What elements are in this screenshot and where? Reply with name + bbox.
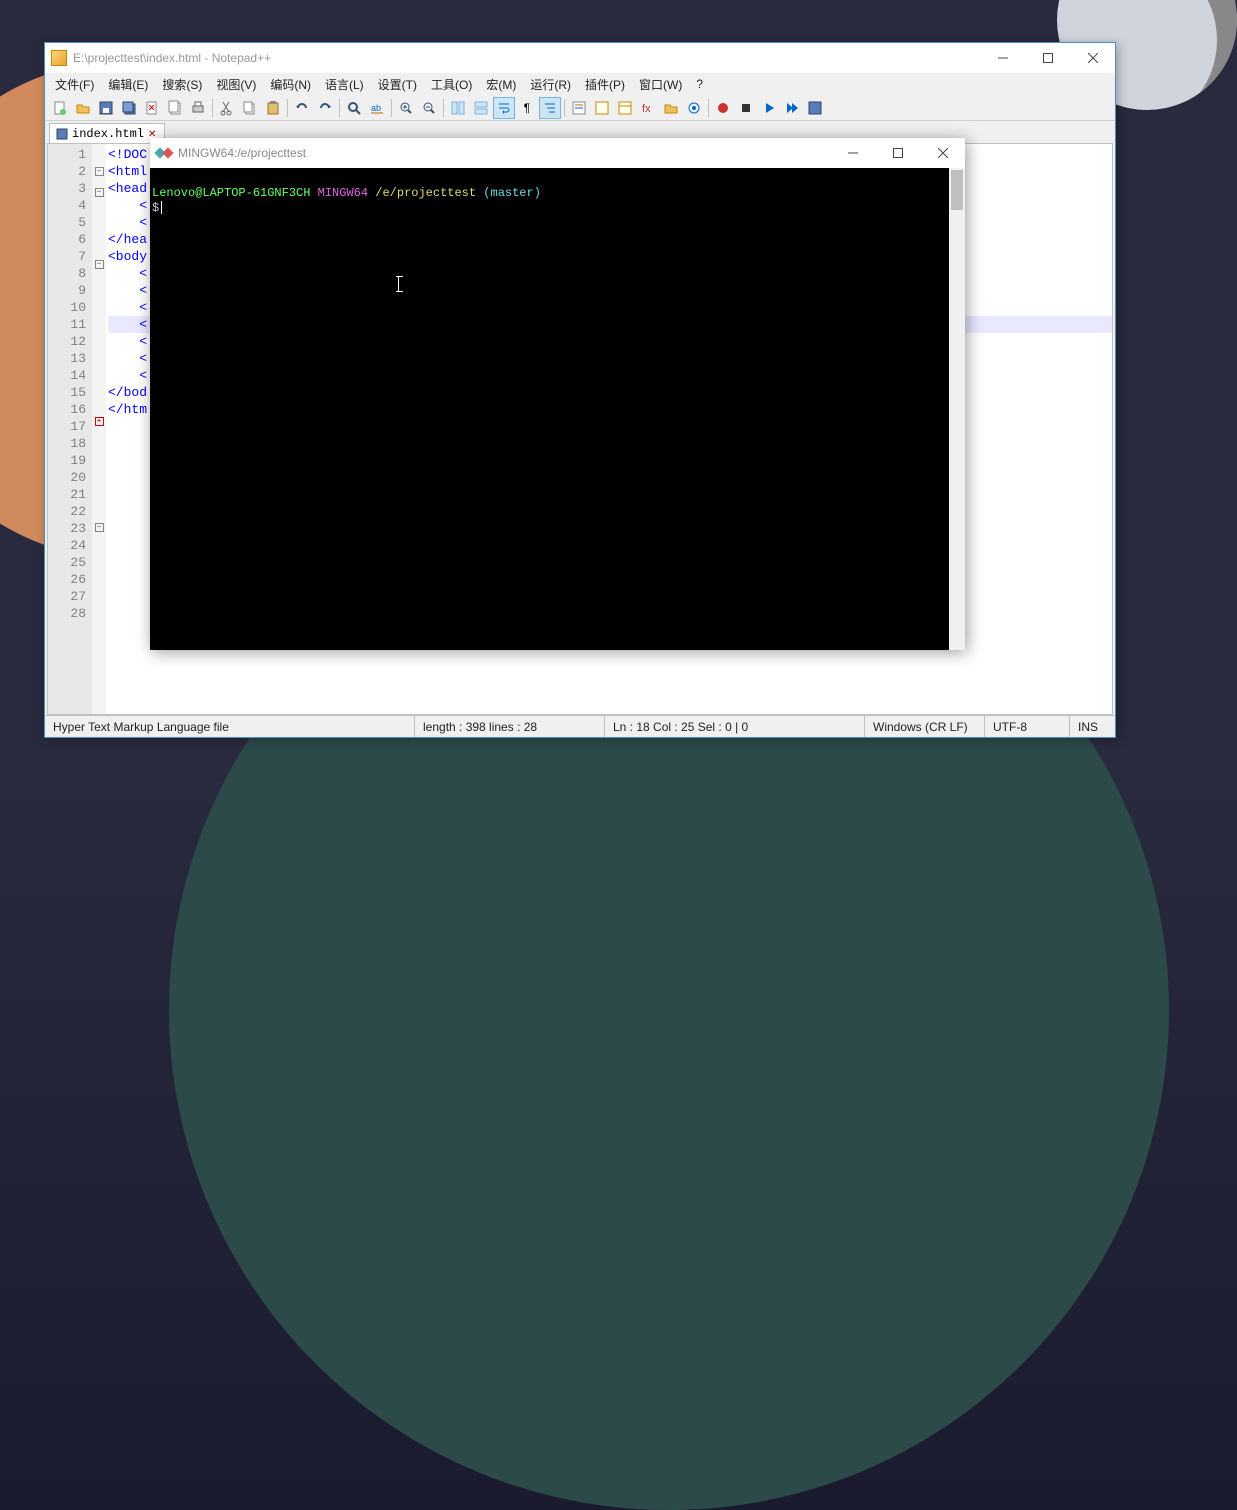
menu-macro[interactable]: 宏(M) [480,74,522,95]
terminal-scrollbar[interactable] [949,168,965,650]
record-macro-icon[interactable] [712,97,734,119]
tab-index-html[interactable]: index.html ✕ [49,123,165,143]
terminal-cmdline[interactable]: $ [152,201,963,216]
doc-map2-icon[interactable] [614,97,636,119]
menu-encoding[interactable]: 编码(N) [264,74,317,95]
fold-column[interactable] [92,144,106,714]
prompt-user: Lenovo@LAPTOP-61GNF3CH [152,186,310,200]
undo-icon[interactable] [291,97,313,119]
menu-settings[interactable]: 设置(T) [372,74,423,95]
toolbar-separator [339,99,340,117]
window-controls [830,138,965,168]
stop-macro-icon[interactable] [735,97,757,119]
window-title: E:\projecttest\index.html - Notepad++ [73,51,980,65]
menu-plugins[interactable]: 插件(P) [579,74,631,95]
prompt-symbol: $ [152,201,159,215]
notepadpp-icon [51,50,67,66]
doc-map-icon[interactable] [591,97,613,119]
status-eol: Windows (CR LF) [865,716,985,737]
open-file-icon[interactable] [72,97,94,119]
play-multi-icon[interactable] [781,97,803,119]
copy-icon[interactable] [239,97,261,119]
window-controls [980,43,1115,73]
toolbar: ab ¶ fx [45,95,1115,121]
save-macro-icon[interactable] [804,97,826,119]
monitor-icon[interactable] [683,97,705,119]
menu-tools[interactable]: 工具(O) [425,74,478,95]
scrollbar-thumb[interactable] [951,170,963,210]
status-mode: INS [1070,716,1115,737]
indent-guide-icon[interactable] [539,97,561,119]
status-filetype: Hyper Text Markup Language file [45,716,415,737]
all-chars-icon[interactable]: ¶ [516,97,538,119]
minimize-button[interactable] [830,138,875,168]
print-icon[interactable] [187,97,209,119]
toolbar-separator [708,99,709,117]
new-file-icon[interactable] [49,97,71,119]
status-position: Ln : 18 Col : 25 Sel : 0 | 0 [605,716,865,737]
sync-h-icon[interactable] [470,97,492,119]
minimize-button[interactable] [980,43,1025,73]
tab-label: index.html [72,127,144,141]
toolbar-separator [564,99,565,117]
play-macro-icon[interactable] [758,97,780,119]
save-all-icon[interactable] [118,97,140,119]
zoom-out-icon[interactable] [418,97,440,119]
maximize-button[interactable] [1025,43,1070,73]
terminal-title: MINGW64:/e/projecttest [178,146,830,160]
redo-icon[interactable] [314,97,336,119]
close-all-icon[interactable] [164,97,186,119]
save-icon[interactable] [95,97,117,119]
svg-text:fx: fx [642,103,651,115]
titlebar[interactable]: E:\projecttest\index.html - Notepad++ [45,43,1115,73]
menubar: 文件(F) 编辑(E) 搜索(S) 视图(V) 编码(N) 语言(L) 设置(T… [45,73,1115,95]
prompt-path: /e/projecttest [375,186,476,200]
terminal-prompt: Lenovo@LAPTOP-61GNF3CH MINGW64 /e/projec… [152,186,963,201]
status-encoding: UTF-8 [985,716,1070,737]
terminal-window: MINGW64:/e/projecttest Lenovo@LAPTOP-61G… [150,138,965,650]
menu-window[interactable]: 窗口(W) [633,74,688,95]
file-icon [56,128,68,140]
menu-run[interactable]: 运行(R) [524,74,577,95]
mintty-icon [156,145,172,161]
menu-edit[interactable]: 编辑(E) [102,74,154,95]
terminal-titlebar[interactable]: MINGW64:/e/projecttest [150,138,965,168]
menu-language[interactable]: 语言(L) [319,74,370,95]
menu-file[interactable]: 文件(F) [49,74,100,95]
status-length: length : 398 lines : 28 [415,716,605,737]
toolbar-separator [287,99,288,117]
toolbar-separator [391,99,392,117]
sync-v-icon[interactable] [447,97,469,119]
tab-close-icon[interactable]: ✕ [148,129,158,139]
maximize-button[interactable] [875,138,920,168]
svg-text:ab: ab [371,103,381,113]
prompt-mingw: MINGW64 [318,186,368,200]
menu-help[interactable]: ? [690,75,709,93]
function-list-icon[interactable]: fx [637,97,659,119]
line-numbers: 1234567891011121314151617181920212223242… [48,144,92,714]
text-cursor-icon [398,276,399,292]
replace-icon[interactable]: ab [366,97,388,119]
wrap-icon[interactable] [493,97,515,119]
folder-view-icon[interactable] [660,97,682,119]
close-file-icon[interactable] [141,97,163,119]
toolbar-separator [443,99,444,117]
paste-icon[interactable] [262,97,284,119]
terminal-cursor [161,201,162,214]
menu-view[interactable]: 视图(V) [210,74,262,95]
udl-icon[interactable] [568,97,590,119]
terminal-body[interactable]: Lenovo@LAPTOP-61GNF3CH MINGW64 /e/projec… [150,168,965,650]
zoom-in-icon[interactable] [395,97,417,119]
menu-search[interactable]: 搜索(S) [156,74,208,95]
find-icon[interactable] [343,97,365,119]
prompt-branch: (master) [483,186,541,200]
statusbar: Hyper Text Markup Language file length :… [45,715,1115,737]
close-button[interactable] [1070,43,1115,73]
cut-icon[interactable] [216,97,238,119]
close-button[interactable] [920,138,965,168]
toolbar-separator [212,99,213,117]
